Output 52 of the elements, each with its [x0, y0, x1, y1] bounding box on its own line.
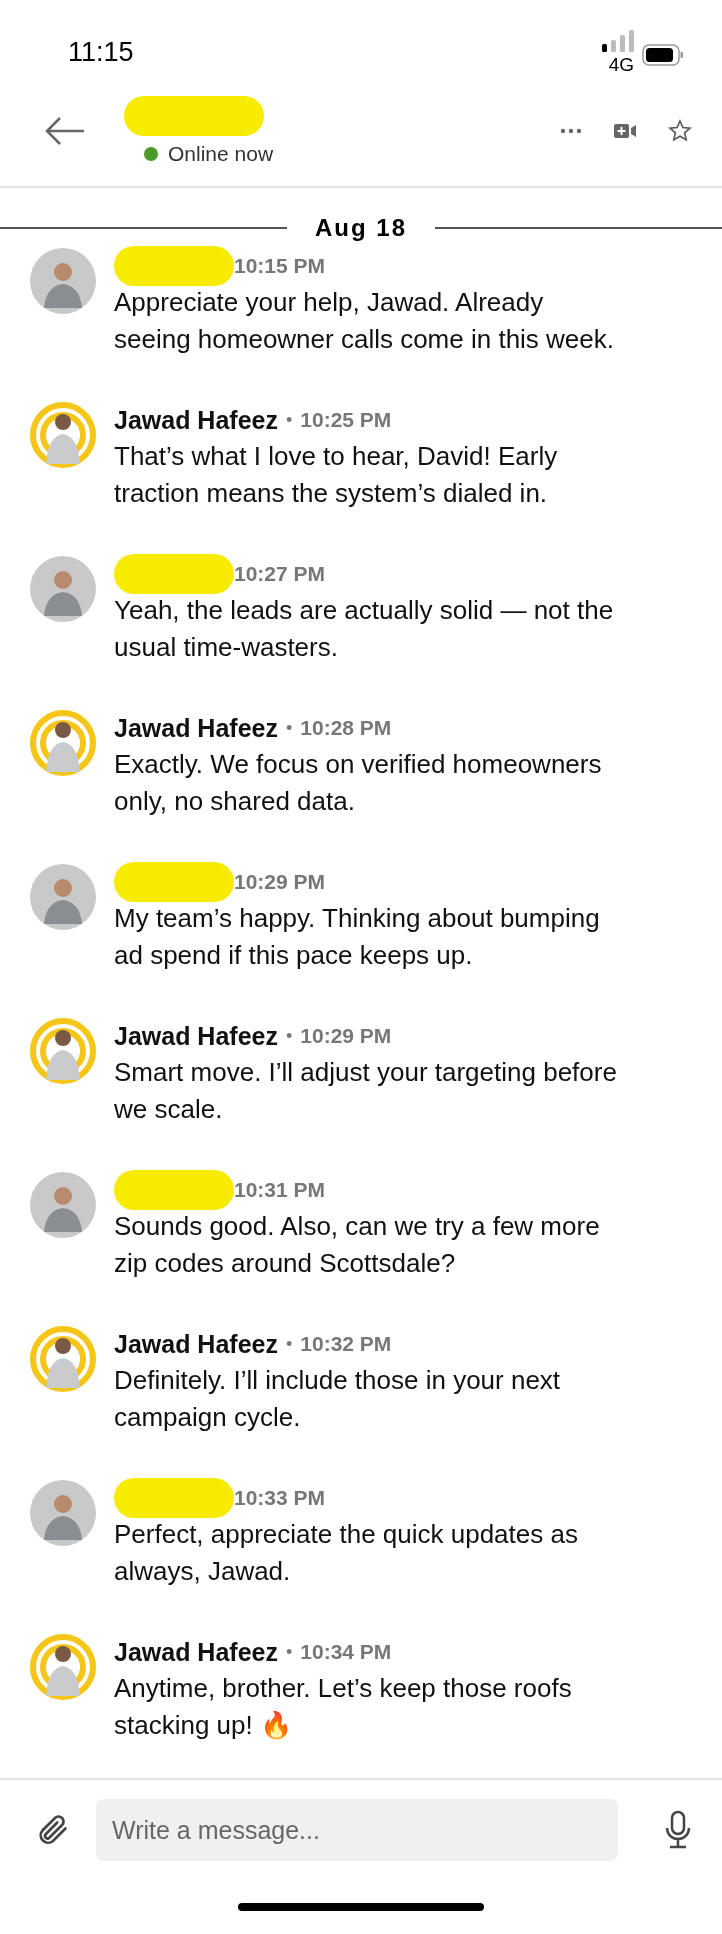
- video-camera-icon[interactable]: [614, 123, 636, 139]
- presence-status: Online now: [168, 142, 274, 166]
- message-text: Yeah, the leads are actually solid — not the usual time-wasters.: [114, 594, 615, 664]
- star-icon[interactable]: [668, 119, 692, 143]
- message-text: Smart move. I’ll adjust your targeting before we scale.: [114, 1056, 618, 1126]
- separator-dot: •: [285, 1333, 293, 1355]
- message-text: My team’s happy. Thinking about bumping ad spend if this pace keeps up.: [114, 902, 601, 972]
- sender-name: Jawad Hafeez: [114, 1021, 278, 1051]
- sender-name: Jawad Hafeez: [114, 1637, 278, 1667]
- message-time: 10:28 PM: [300, 716, 392, 740]
- network-label: 4G: [608, 54, 634, 76]
- avatar: [30, 1018, 96, 1084]
- avatar: [30, 864, 96, 930]
- separator-dot: •: [285, 409, 293, 431]
- avatar: [30, 556, 96, 622]
- message-text: Exactly. We focus on verified homeowners only, no shared data.: [114, 748, 603, 818]
- message-time: 10:32 PM: [300, 1332, 392, 1356]
- message-time: 10:25 PM: [300, 408, 392, 432]
- message-time: 10:31 PM: [234, 1178, 326, 1202]
- date-divider: Aug 18: [314, 214, 408, 242]
- message-time: 10:34 PM: [300, 1640, 392, 1664]
- avatar: [30, 710, 96, 776]
- avatar: [30, 402, 96, 468]
- signal-icon: [602, 30, 634, 52]
- avatar: [30, 1326, 96, 1392]
- message-text: Anytime, brother. Let’s keep those roofs stacking up! 🔥: [114, 1672, 573, 1742]
- message-time: 10:27 PM: [234, 562, 326, 586]
- message-text: Definitely. I’ll include those in your next campaign cycle.: [114, 1364, 562, 1434]
- sender-name: Jawad Hafeez: [114, 405, 278, 435]
- separator-dot: •: [285, 1641, 293, 1663]
- back-arrow-icon[interactable]: [44, 116, 86, 146]
- message-text: Sounds good. Also, can we try a few more zip codes around Scottsdale?: [114, 1210, 601, 1280]
- message-time: 10:29 PM: [234, 870, 326, 894]
- sender-name: Jawad Hafeez: [114, 1329, 278, 1359]
- avatar: [30, 248, 96, 314]
- message-text: That’s what I love to hear, David! Early traction means the system’s dialed in.: [114, 440, 559, 510]
- message-time: 10:33 PM: [234, 1486, 326, 1510]
- microphone-icon[interactable]: [664, 1810, 692, 1850]
- separator-dot: •: [285, 1025, 293, 1047]
- status-time: 11:15: [68, 37, 134, 69]
- avatar: [30, 1480, 96, 1546]
- message-time: 10:29 PM: [300, 1024, 392, 1048]
- message-time: 10:15 PM: [234, 254, 326, 278]
- battery-icon: [642, 44, 684, 66]
- message-text: Perfect, appreciate the quick updates as always, Jawad.: [114, 1518, 579, 1588]
- more-icon[interactable]: [560, 128, 582, 134]
- message-input[interactable]: Write a message...: [96, 1799, 618, 1861]
- avatar: [30, 1634, 96, 1700]
- avatar: [30, 1172, 96, 1238]
- message-text: Appreciate your help, Jawad. Already seeing homeowner calls come in this week.: [114, 286, 616, 356]
- sender-name: Jawad Hafeez: [114, 713, 278, 743]
- separator-dot: •: [285, 717, 293, 739]
